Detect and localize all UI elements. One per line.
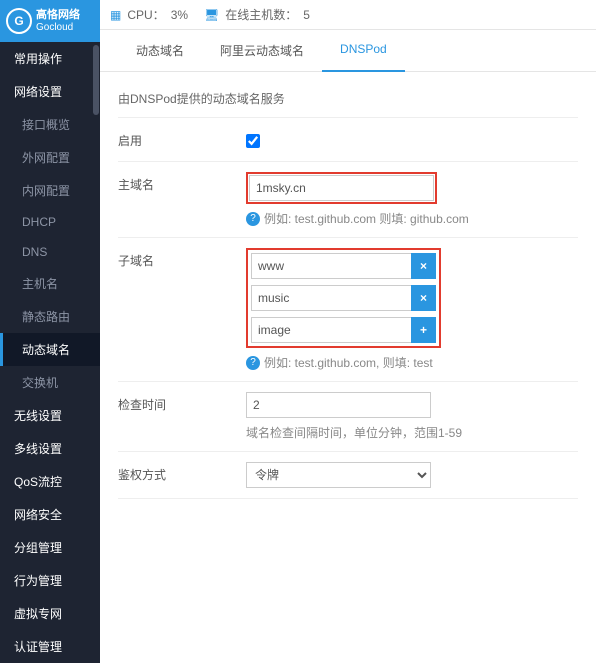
tab-dnspod[interactable]: DNSPod <box>322 30 405 72</box>
logo-title-cn: 高恪网络 <box>36 9 80 21</box>
nav: 常用操作 网络设置 接口概览 外网配置 内网配置 DHCP DNS 主机名 静态… <box>0 42 100 663</box>
cpu-icon: ▦ <box>110 8 121 22</box>
hosts-label: 在线主机数： <box>225 6 297 23</box>
label-enable: 启用 <box>118 128 246 149</box>
hosts-icon: 🖥 <box>204 8 219 22</box>
nav-group-multiline[interactable]: 多线设置 <box>0 432 100 465</box>
help-icon: ? <box>246 212 260 226</box>
nav-group-auth[interactable]: 认证管理 <box>0 630 100 663</box>
nav-group-groupmgr[interactable]: 分组管理 <box>0 531 100 564</box>
input-sub-2[interactable] <box>251 317 411 343</box>
nav-sub-ddns[interactable]: 动态域名 <box>0 333 100 366</box>
hint-domain: 例如: test.github.com 则填: github.com <box>264 210 469 227</box>
input-sub-0[interactable] <box>251 253 411 279</box>
sidebar: G 高恪网络 Gocloud 常用操作 网络设置 接口概览 外网配置 内网配置 … <box>0 0 100 500</box>
label-check: 检查时间 <box>118 392 246 413</box>
nav-group-common[interactable]: 常用操作 <box>0 42 100 75</box>
hint-check: 域名检查间隔时间，单位分钟，范围1-59 <box>246 424 462 441</box>
nav-sub-dhcp[interactable]: DHCP <box>0 207 100 237</box>
tab-aliyun[interactable]: 阿里云动态域名 <box>202 30 322 71</box>
nav-sub-interface[interactable]: 接口概览 <box>0 108 100 141</box>
tabs: 动态域名 阿里云动态域名 DNSPod <box>100 30 596 72</box>
label-auth: 鉴权方式 <box>118 462 246 483</box>
remove-sub-button-0[interactable]: × <box>411 253 436 279</box>
sidebar-scrollbar[interactable] <box>93 45 99 115</box>
hint-sub: 例如: test.github.com, 则填: test <box>264 354 433 371</box>
tab-ddns[interactable]: 动态域名 <box>118 30 202 71</box>
select-auth[interactable]: 令牌 <box>246 462 431 488</box>
nav-sub-lan[interactable]: 内网配置 <box>0 174 100 207</box>
hosts-value: 5 <box>303 8 310 22</box>
cpu-value: 3% <box>171 8 188 22</box>
label-domain: 主域名 <box>118 172 246 193</box>
top-bar: ▦ CPU： 3% 🖥 在线主机数： 5 <box>100 0 596 30</box>
nav-sub-switch[interactable]: 交换机 <box>0 366 100 399</box>
input-sub-1[interactable] <box>251 285 411 311</box>
nav-group-qos[interactable]: QoS流控 <box>0 465 100 498</box>
description: 由DNSPod提供的动态域名服务 <box>118 84 578 117</box>
nav-sub-hostname[interactable]: 主机名 <box>0 267 100 300</box>
cpu-label: CPU： <box>127 6 164 23</box>
checkbox-enable[interactable] <box>246 134 260 148</box>
help-icon: ? <box>246 356 260 370</box>
nav-sub-route[interactable]: 静态路由 <box>0 300 100 333</box>
nav-group-vpn[interactable]: 虚拟专网 <box>0 597 100 630</box>
nav-sub-wan[interactable]: 外网配置 <box>0 141 100 174</box>
logo: G 高恪网络 Gocloud <box>0 0 100 42</box>
input-domain[interactable] <box>249 175 434 201</box>
nav-group-network[interactable]: 网络设置 <box>0 75 100 108</box>
nav-group-behavior[interactable]: 行为管理 <box>0 564 100 597</box>
label-subdomain: 子域名 <box>118 248 246 269</box>
remove-sub-button-1[interactable]: × <box>411 285 436 311</box>
input-check[interactable] <box>246 392 431 418</box>
nav-group-wireless[interactable]: 无线设置 <box>0 399 100 432</box>
nav-sub-dns[interactable]: DNS <box>0 237 100 267</box>
add-sub-button[interactable]: + <box>411 317 436 343</box>
logo-icon: G <box>6 8 32 34</box>
content: 由DNSPod提供的动态域名服务 启用 主域名 ? 例如: test.github… <box>100 72 596 499</box>
nav-group-security[interactable]: 网络安全 <box>0 498 100 531</box>
logo-title-en: Gocloud <box>36 22 80 33</box>
